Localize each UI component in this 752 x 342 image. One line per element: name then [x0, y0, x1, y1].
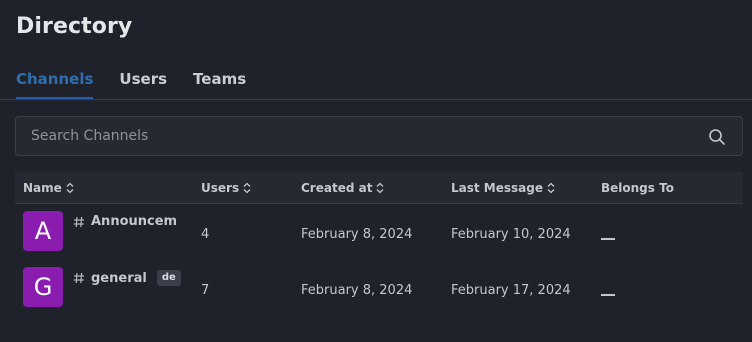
search-icon[interactable]: [708, 128, 726, 146]
table-row[interactable]: A Announceme 4 February 8, 2024 February…: [15, 205, 743, 261]
column-header-belongs-to: Belongs To: [601, 181, 674, 195]
avatar: A: [23, 211, 63, 251]
channel-name: Announceme: [91, 214, 177, 229]
avatar: G: [23, 267, 63, 307]
column-header-label: Created at: [301, 181, 373, 195]
sort-icon: [66, 182, 74, 194]
hash-icon: [73, 272, 84, 284]
belongs-to-empty: [601, 238, 615, 240]
column-header-name[interactable]: Name: [23, 181, 74, 195]
hash-icon: [73, 216, 84, 227]
tab-users[interactable]: Users: [119, 70, 167, 99]
channel-tag-badge: de: [156, 270, 181, 286]
column-header-created-at[interactable]: Created at: [301, 181, 384, 195]
column-header-label: Belongs To: [601, 181, 674, 195]
table-row[interactable]: G general de 7 February 8, 2024 February…: [15, 261, 743, 317]
channel-name-cell: Announceme: [73, 214, 177, 229]
channel-name-cell: general de: [73, 270, 181, 286]
table-header: Name Users Created at Last Message Belon…: [15, 172, 743, 204]
created-at: February 8, 2024: [301, 283, 413, 298]
directory-tabs: Channels Users Teams: [16, 70, 272, 100]
tab-teams[interactable]: Teams: [193, 70, 246, 99]
search-input[interactable]: [16, 117, 742, 155]
channel-name: general: [91, 270, 147, 286]
column-header-last-message[interactable]: Last Message: [451, 181, 555, 195]
tab-channels[interactable]: Channels: [16, 70, 94, 99]
sort-icon: [547, 182, 555, 194]
last-message: February 10, 2024: [451, 227, 571, 242]
users-count: 7: [201, 283, 210, 298]
column-header-users[interactable]: Users: [201, 181, 251, 195]
users-count: 4: [201, 227, 210, 242]
page-title: Directory: [16, 14, 133, 39]
column-header-label: Users: [201, 181, 240, 195]
sort-icon: [243, 182, 251, 194]
column-header-label: Name: [23, 181, 62, 195]
search-box: [15, 116, 743, 156]
last-message: February 17, 2024: [451, 283, 571, 298]
column-header-label: Last Message: [451, 181, 543, 195]
sort-icon: [376, 182, 384, 194]
directory-page: Directory Channels Users Teams Name User…: [0, 0, 752, 342]
created-at: February 8, 2024: [301, 227, 413, 242]
tabs-divider: [0, 99, 752, 100]
belongs-to-empty: [601, 294, 615, 296]
